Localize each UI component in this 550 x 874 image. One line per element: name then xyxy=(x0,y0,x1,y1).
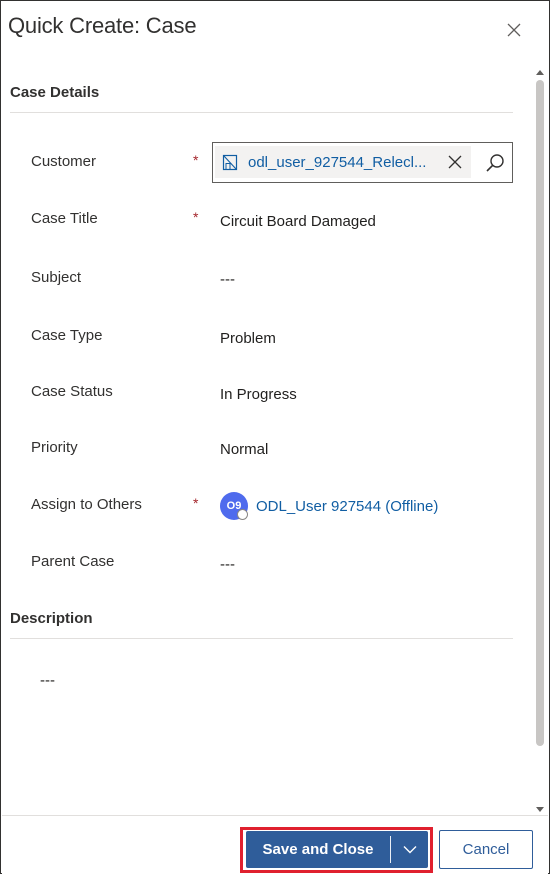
customer-lookup[interactable]: odl_user_927544_Relecl... xyxy=(212,142,513,183)
account-icon xyxy=(222,154,239,171)
save-options-button[interactable] xyxy=(391,831,428,868)
case-title-label: Case Title xyxy=(31,210,98,227)
case-title-value[interactable]: Circuit Board Damaged xyxy=(220,213,376,230)
save-and-close-button[interactable]: Save and Close xyxy=(246,831,390,868)
quick-create-dialog: Quick Create: Case Case Details Customer… xyxy=(0,0,550,874)
priority-value[interactable]: Normal xyxy=(220,441,268,458)
priority-label: Priority xyxy=(31,439,78,456)
assign-to-others-value[interactable]: O9 ODL_User 927544 (Offline) xyxy=(220,492,438,520)
search-icon[interactable] xyxy=(484,152,506,174)
scrollbar-thumb[interactable] xyxy=(536,80,544,746)
save-split-button[interactable]: Save and Close xyxy=(246,831,428,868)
section-title-description: Description xyxy=(10,610,93,627)
presence-offline-icon xyxy=(237,509,248,520)
remove-icon[interactable] xyxy=(447,154,463,170)
customer-value[interactable]: odl_user_927544_Relecl... xyxy=(248,154,426,171)
customer-label: Customer xyxy=(31,153,97,170)
required-indicator: * xyxy=(193,209,199,225)
section-title-case-details: Case Details xyxy=(10,84,100,101)
dialog-title: Quick Create: Case xyxy=(8,13,197,38)
parent-case-label: Parent Case xyxy=(31,553,115,570)
case-type-value[interactable]: Problem xyxy=(220,330,276,347)
section-divider xyxy=(10,638,513,639)
owner-name-link[interactable]: ODL_User 927544 (Offline) xyxy=(256,498,438,515)
avatar: O9 xyxy=(220,492,248,520)
description-value[interactable]: --- xyxy=(40,672,55,689)
close-button[interactable] xyxy=(501,17,527,43)
scroll-down-arrow[interactable] xyxy=(536,807,544,812)
assign-to-others-label: Assign to Others xyxy=(31,496,142,513)
subject-value[interactable]: --- xyxy=(220,271,235,288)
subject-label: Subject xyxy=(31,269,82,286)
parent-case-value[interactable]: --- xyxy=(220,556,235,573)
chevron-down-icon xyxy=(403,845,417,854)
required-indicator: * xyxy=(193,495,199,511)
split-divider xyxy=(390,836,391,863)
section-divider xyxy=(10,112,513,113)
scrollbar[interactable] xyxy=(533,67,547,815)
case-status-value[interactable]: In Progress xyxy=(220,386,297,403)
customer-lookup-tag[interactable]: odl_user_927544_Relecl... xyxy=(215,146,471,178)
case-type-label: Case Type xyxy=(31,327,103,344)
required-indicator: * xyxy=(193,152,199,168)
scroll-up-arrow[interactable] xyxy=(536,70,544,75)
cancel-button[interactable]: Cancel xyxy=(439,830,533,869)
case-status-label: Case Status xyxy=(31,383,113,400)
close-icon xyxy=(507,23,521,37)
